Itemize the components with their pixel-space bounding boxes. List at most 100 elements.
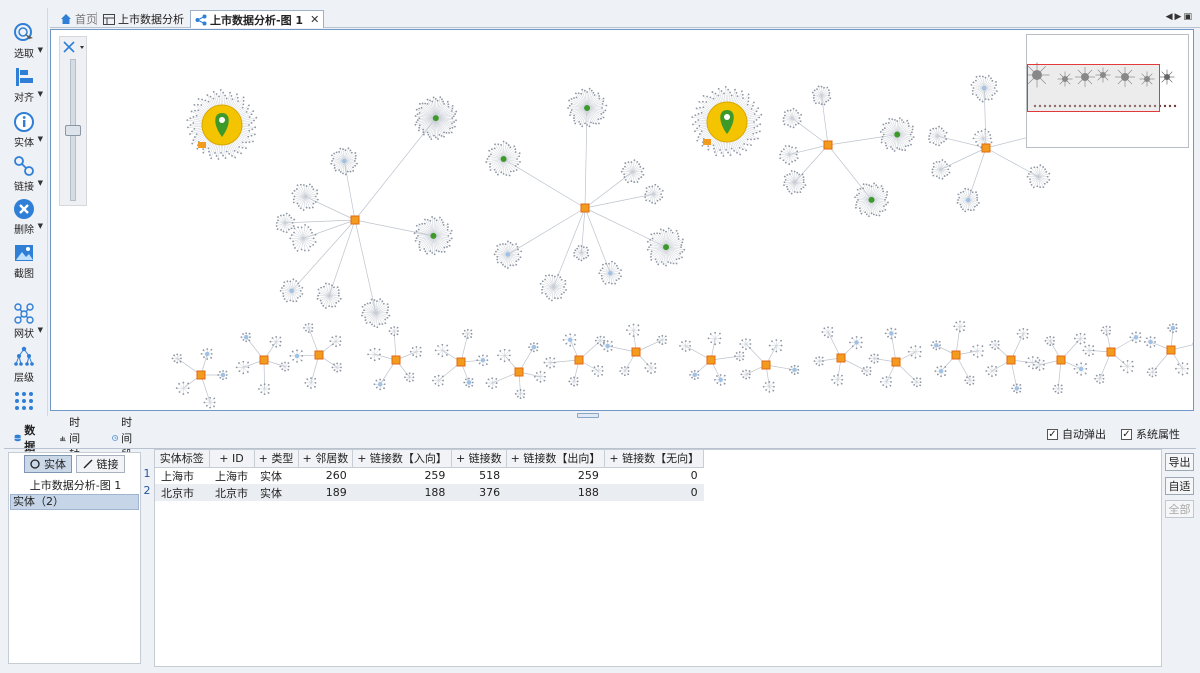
hub-node-icon[interactable] xyxy=(574,355,584,365)
node-cluster[interactable] xyxy=(1167,323,1178,334)
node-cluster[interactable] xyxy=(625,323,640,337)
tab-data[interactable]: 数 据 xyxy=(14,424,40,453)
node-cluster[interactable] xyxy=(811,85,832,106)
node-cluster[interactable] xyxy=(493,240,523,269)
hub-node-icon[interactable] xyxy=(823,140,833,150)
node-cluster[interactable] xyxy=(591,365,604,377)
hub-node-icon[interactable] xyxy=(981,143,991,153)
node-cluster[interactable] xyxy=(316,282,342,309)
node-cluster[interactable] xyxy=(289,349,304,363)
hub-node-icon[interactable] xyxy=(706,355,716,365)
node-cluster[interactable] xyxy=(956,187,980,213)
node-cluster[interactable] xyxy=(1073,332,1086,345)
delete-tool[interactable]: 删除 ▼ xyxy=(2,198,46,236)
node-cluster[interactable] xyxy=(907,345,922,359)
hub-node-icon[interactable] xyxy=(1006,355,1016,365)
node-cluster[interactable] xyxy=(568,376,579,387)
node-cluster[interactable] xyxy=(1143,336,1156,348)
hub-node-icon[interactable] xyxy=(196,370,206,380)
hub-node-icon[interactable] xyxy=(350,215,360,225)
node-cluster[interactable] xyxy=(644,362,657,375)
node-cluster[interactable] xyxy=(985,365,998,378)
link-toggle-button[interactable]: 链接 xyxy=(76,455,125,473)
node-cluster[interactable] xyxy=(533,371,546,383)
node-cluster[interactable] xyxy=(1175,362,1189,376)
node-cluster[interactable] xyxy=(258,383,271,395)
hub-node-icon[interactable] xyxy=(391,355,401,365)
node-cluster[interactable] xyxy=(644,183,664,205)
node-cluster[interactable] xyxy=(879,376,892,388)
hub-node-icon[interactable] xyxy=(456,357,466,367)
close-icon[interactable]: ✕ xyxy=(310,13,319,26)
node-cluster[interactable] xyxy=(269,335,282,348)
node-cluster[interactable] xyxy=(330,147,358,176)
node-cluster[interactable] xyxy=(970,75,998,103)
hub-node-icon[interactable] xyxy=(1106,347,1116,357)
column-header-links-undirected[interactable]: + 链接数【无向】 xyxy=(604,450,705,468)
node-cluster[interactable] xyxy=(989,339,1000,351)
node-cluster[interactable] xyxy=(373,378,386,391)
node-cluster[interactable] xyxy=(240,332,251,343)
hub-node-icon[interactable] xyxy=(314,350,324,360)
hub-node-icon[interactable] xyxy=(580,203,590,213)
node-cluster[interactable] xyxy=(783,170,807,195)
node-cluster[interactable] xyxy=(388,326,399,337)
chevron-down-icon[interactable]: ▼ xyxy=(38,90,43,98)
hub-node-icon[interactable] xyxy=(891,357,901,367)
node-cluster[interactable] xyxy=(573,245,590,262)
node-cluster[interactable] xyxy=(1082,344,1095,357)
graph-canvas[interactable] xyxy=(50,29,1194,411)
node-cluster[interactable] xyxy=(868,353,879,364)
column-header-id[interactable]: + ID xyxy=(209,450,255,468)
node-cluster[interactable] xyxy=(404,372,415,383)
tab-scroll-controls[interactable]: ◀▶▣ xyxy=(1166,12,1194,22)
node-cluster[interactable] xyxy=(463,377,474,388)
node-cluster[interactable] xyxy=(175,381,190,396)
location-node-icon[interactable] xyxy=(432,115,439,122)
column-header-links-in[interactable]: + 链接数【入向】 xyxy=(352,450,452,468)
node-cluster[interactable] xyxy=(879,117,915,152)
node-cluster[interactable] xyxy=(539,273,568,302)
node-cluster[interactable] xyxy=(849,335,863,350)
chevron-down-icon[interactable]: ▼ xyxy=(38,46,43,54)
hub-node-icon[interactable] xyxy=(514,367,524,377)
node-cluster[interactable] xyxy=(562,333,577,347)
node-cluster[interactable] xyxy=(279,361,290,372)
location-node-icon[interactable] xyxy=(584,105,591,112)
zoom-slider-thumb[interactable] xyxy=(65,125,81,136)
chevron-down-icon[interactable]: ▼ xyxy=(38,326,43,334)
location-node-icon[interactable] xyxy=(663,244,670,251)
checkbox-box[interactable]: ✓ xyxy=(1121,428,1132,440)
node-cluster[interactable] xyxy=(1094,373,1105,384)
node-cluster[interactable] xyxy=(1146,367,1158,378)
node-cluster[interactable] xyxy=(931,159,951,180)
node-cluster[interactable] xyxy=(413,216,453,256)
node-cluster[interactable] xyxy=(1011,383,1022,394)
table-row[interactable]: 上海市 上海市 实体 260 259 518 259 0 xyxy=(155,467,704,484)
chevron-down-icon[interactable]: ▼ xyxy=(38,222,43,230)
node-cluster[interactable] xyxy=(462,328,473,339)
overview-minimap[interactable] xyxy=(1024,34,1189,148)
align-tool[interactable]: 对齐 ▼ xyxy=(2,66,46,104)
node-cluster[interactable] xyxy=(739,338,752,351)
node-cluster[interactable] xyxy=(171,353,182,364)
node-cluster[interactable] xyxy=(619,366,630,377)
node-cluster[interactable] xyxy=(831,374,844,386)
tab-timespan[interactable]: 时间段 xyxy=(112,416,138,461)
node-cluster[interactable] xyxy=(884,327,897,340)
node-cluster[interactable] xyxy=(289,224,317,252)
fit-screen-icon[interactable] xyxy=(61,39,87,55)
location-node-icon[interactable] xyxy=(868,196,875,203)
link-tool[interactable]: 链接 ▼ xyxy=(2,155,46,193)
node-cluster[interactable] xyxy=(203,396,216,409)
hub-node-icon[interactable] xyxy=(1166,345,1176,355)
table-row[interactable]: 北京市 北京市 实体 189 188 376 188 0 xyxy=(155,484,704,501)
column-header-type[interactable]: + 类型 xyxy=(254,450,299,468)
node-cluster[interactable] xyxy=(217,370,228,381)
node-cluster[interactable] xyxy=(476,354,489,367)
node-cluster[interactable] xyxy=(1100,325,1112,336)
column-header-neighbors[interactable]: + 邻居数 xyxy=(298,450,354,468)
node-cluster[interactable] xyxy=(714,374,727,386)
location-node-icon[interactable] xyxy=(430,232,437,239)
hub-node-icon[interactable] xyxy=(1056,355,1066,365)
